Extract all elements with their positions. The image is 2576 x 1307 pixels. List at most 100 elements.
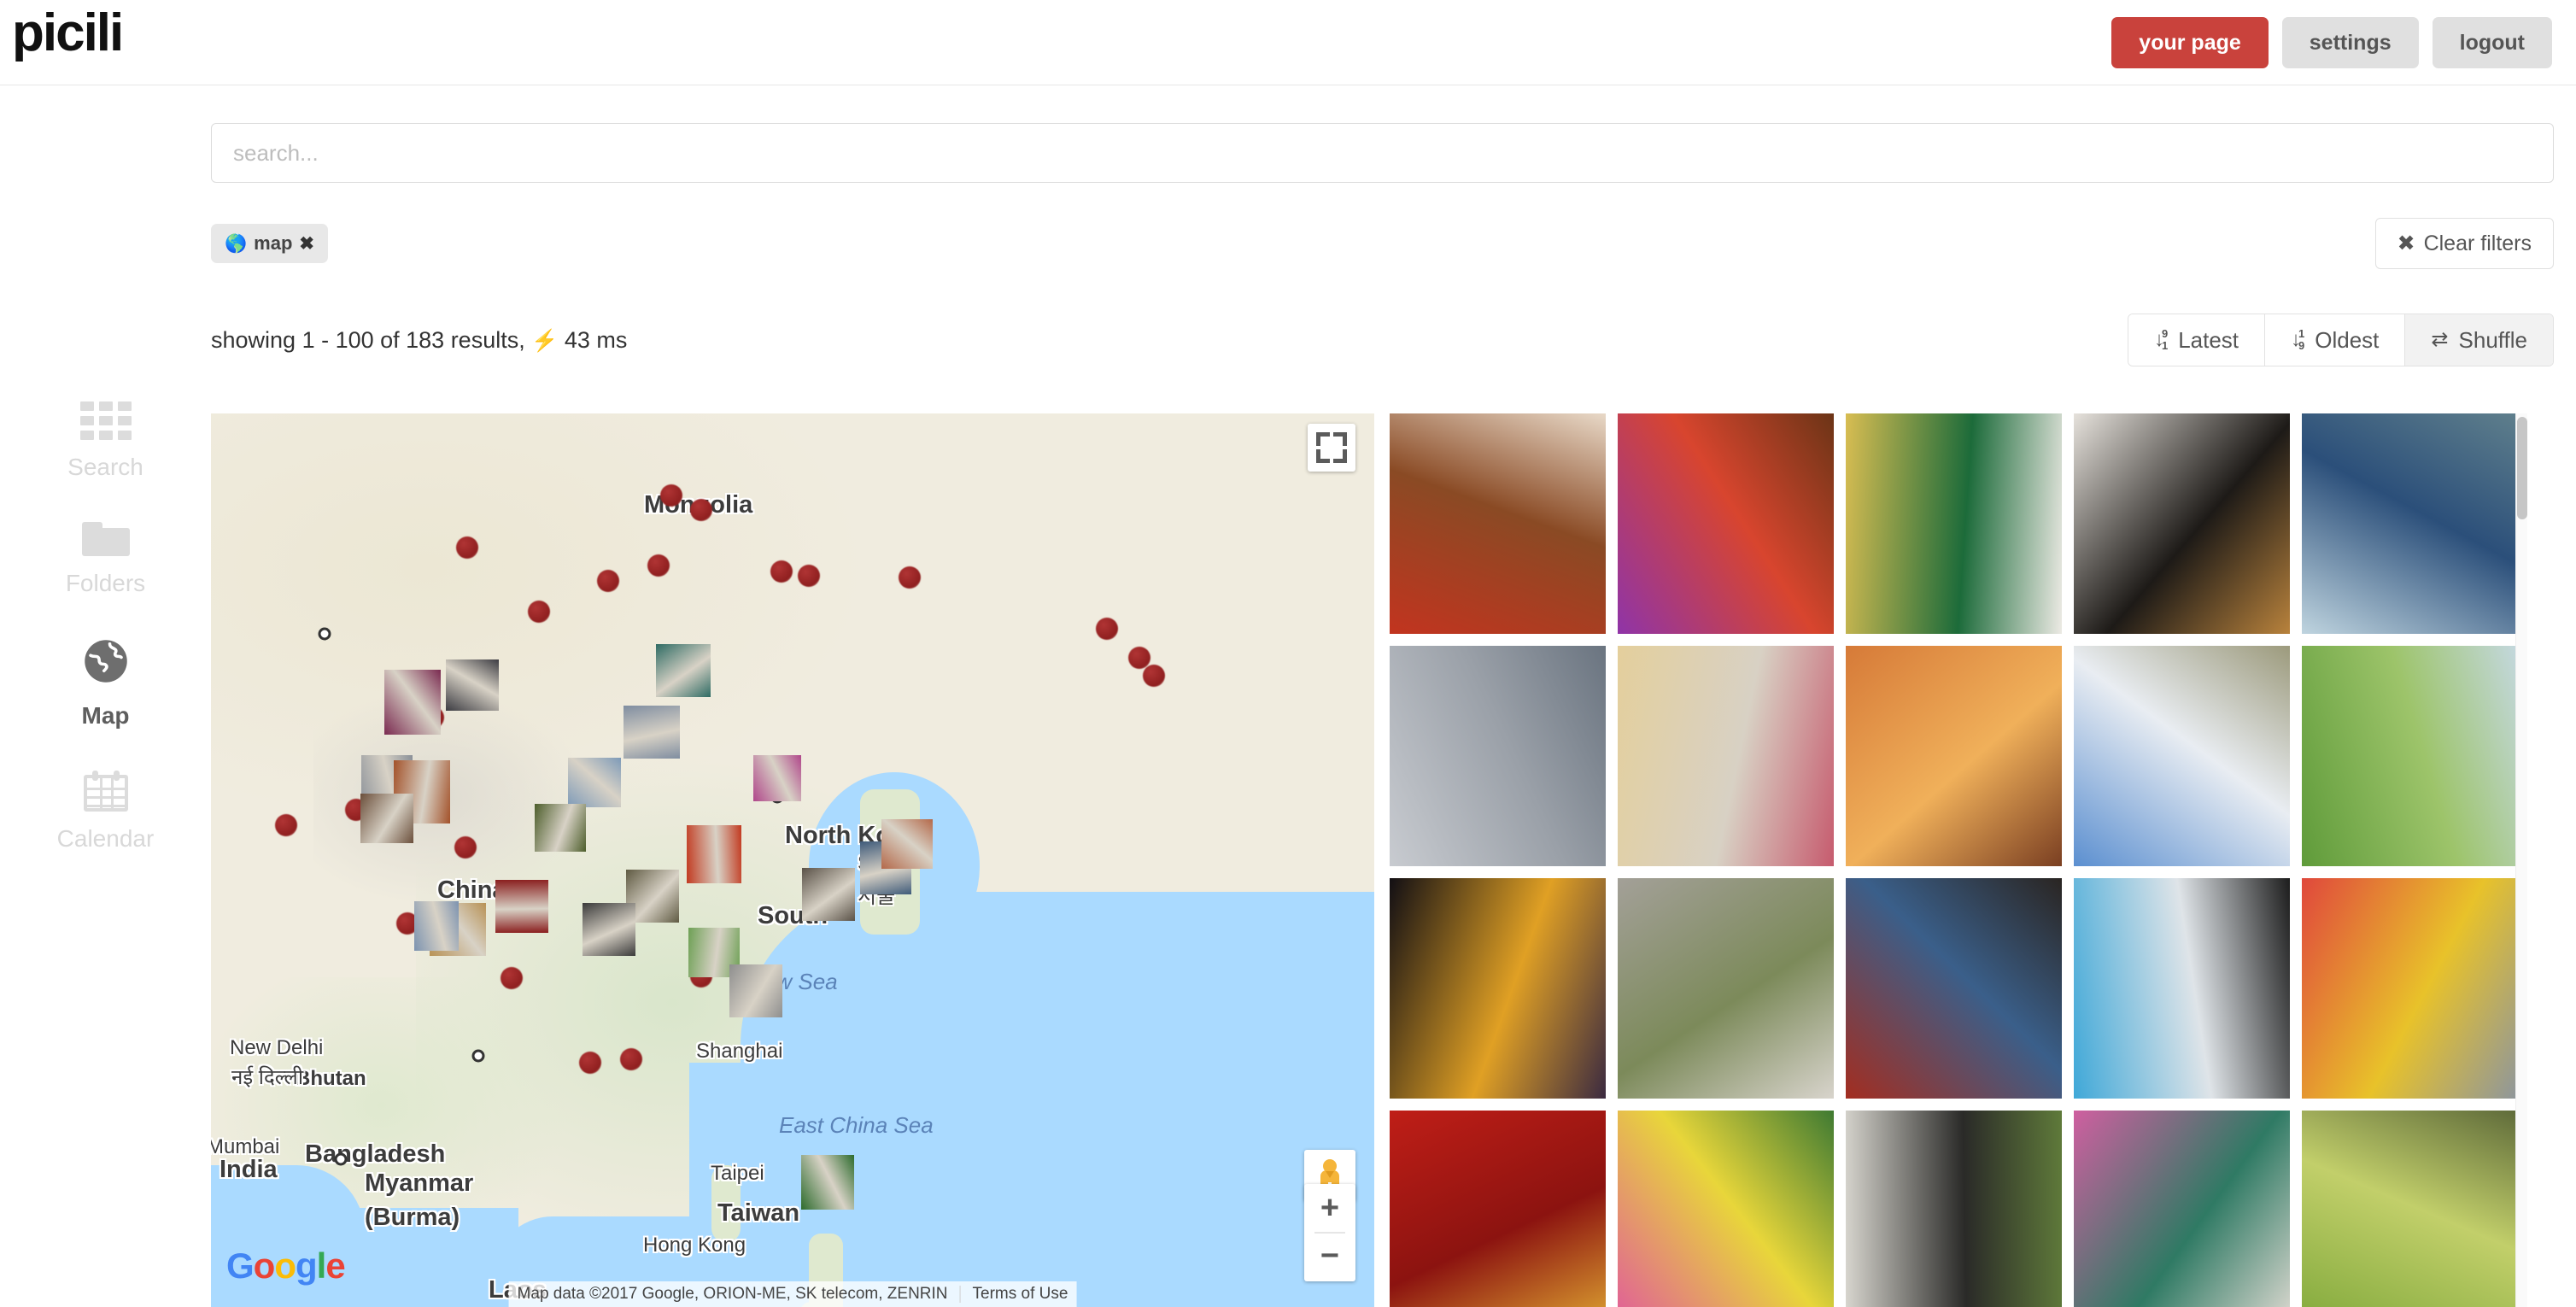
photo-thumbnail[interactable] xyxy=(1390,646,1606,866)
map-marker[interactable] xyxy=(501,967,523,989)
photo-thumbnail[interactable] xyxy=(1618,646,1834,866)
map-photo-pin[interactable] xyxy=(535,804,586,852)
results-count-text: showing 1 - 100 of 183 results, xyxy=(211,327,525,353)
photo-thumbnail[interactable] xyxy=(2074,1111,2290,1307)
map-marker[interactable] xyxy=(899,566,921,589)
app-logo[interactable]: picili xyxy=(12,7,124,60)
photo-grid-scrollbar[interactable] xyxy=(2515,413,2527,1307)
sort-latest-label: Latest xyxy=(2178,326,2239,353)
photo-thumbnail[interactable] xyxy=(1846,878,2062,1099)
sidebar-item-folders[interactable]: Folders xyxy=(0,522,211,597)
sort-latest-button[interactable]: ↓ 9 1 Latest xyxy=(2128,314,2266,366)
photo-thumbnail[interactable] xyxy=(2302,1111,2518,1307)
photo-thumbnail[interactable] xyxy=(2302,413,2518,634)
lightning-icon: ⚡ xyxy=(531,329,559,353)
map-photo-pin[interactable] xyxy=(568,758,621,807)
map-photo-pin[interactable] xyxy=(624,706,680,759)
sort-oldest-button[interactable]: ↓ 1 9 Oldest xyxy=(2265,314,2406,366)
sidebar-item-search[interactable]: Search xyxy=(0,401,211,481)
photo-thumbnail[interactable] xyxy=(1618,413,1834,634)
map-marker[interactable] xyxy=(620,1048,642,1070)
map-marker[interactable] xyxy=(275,814,297,836)
photo-thumbnail[interactable] xyxy=(1846,646,2062,866)
filter-chip-map[interactable]: 🌎 map ✖ xyxy=(211,224,329,263)
sidebar-item-calendar[interactable]: Calendar xyxy=(0,771,211,853)
map-photo-pin[interactable] xyxy=(687,825,741,883)
zoom-in-button[interactable]: + xyxy=(1304,1184,1355,1232)
header-actions: your page settings logout xyxy=(2111,17,2552,68)
settings-button[interactable]: settings xyxy=(2281,17,2419,68)
map-marker[interactable] xyxy=(454,836,477,859)
photo-thumbnail[interactable] xyxy=(2074,413,2290,634)
photo-thumbnail[interactable] xyxy=(1846,1111,2062,1307)
your-page-button[interactable]: your page xyxy=(2111,17,2269,68)
map-marker[interactable] xyxy=(579,1052,601,1074)
map-photo-pin[interactable] xyxy=(802,868,855,921)
sidebar-item-label: Map xyxy=(81,702,130,729)
globe-icon xyxy=(83,638,129,689)
photo-thumbnail[interactable] xyxy=(2302,878,2518,1099)
map-photo-pin[interactable] xyxy=(583,903,635,956)
map-marker[interactable] xyxy=(597,570,619,592)
photo-thumbnail[interactable] xyxy=(1846,413,2062,634)
folder-icon xyxy=(81,522,130,556)
map-marker[interactable] xyxy=(1143,665,1165,687)
sort-desc-icon: ↓ 9 1 xyxy=(2153,327,2169,352)
photo-thumbnail[interactable] xyxy=(1618,1111,1834,1307)
clear-filters-button[interactable]: ✖ Clear filters xyxy=(2374,218,2554,269)
map-photo-pin[interactable] xyxy=(414,901,459,951)
map-marker[interactable] xyxy=(647,554,670,577)
sidebar-item-label: Calendar xyxy=(56,825,155,852)
map-attribution-text: Map data ©2017 Google, ORION-ME, SK tele… xyxy=(517,1285,948,1303)
photo-thumbnail[interactable] xyxy=(2074,878,2290,1099)
map-photo-pin[interactable] xyxy=(446,659,499,711)
map-photo-pin[interactable] xyxy=(753,755,801,801)
map-photo-pin[interactable] xyxy=(495,880,548,933)
sort-shuffle-label: Shuffle xyxy=(2458,326,2527,353)
filter-chip-label: map xyxy=(254,232,293,254)
logout-button[interactable]: logout xyxy=(2432,17,2552,68)
scrollbar-thumb[interactable] xyxy=(2517,417,2527,519)
close-icon[interactable]: ✖ xyxy=(299,233,314,255)
shuffle-icon: ⇄ xyxy=(2431,328,2449,351)
map-view[interactable]: MongoliaChinaNorth KoreaSeoul서울SouthYell… xyxy=(211,413,1374,1307)
map-marker[interactable] xyxy=(690,499,712,521)
fullscreen-icon[interactable] xyxy=(1308,424,1355,472)
map-photo-pin[interactable] xyxy=(881,819,933,869)
map-marker[interactable] xyxy=(528,601,550,623)
terms-of-use-link[interactable]: Terms of Use xyxy=(973,1285,1068,1304)
map-marker[interactable] xyxy=(770,560,793,583)
map-marker[interactable] xyxy=(798,565,820,587)
photo-results-grid[interactable] xyxy=(1390,413,2534,1307)
sort-oldest-label: Oldest xyxy=(2315,326,2380,353)
sidebar-item-map[interactable]: Map xyxy=(0,638,211,730)
photo-thumbnail[interactable] xyxy=(1618,878,1834,1099)
search-input[interactable] xyxy=(211,123,2554,183)
photo-thumbnail[interactable] xyxy=(2302,646,2518,866)
photo-thumbnail[interactable] xyxy=(1390,878,1606,1099)
results-row: showing 1 - 100 of 183 results, ⚡ 43 ms … xyxy=(211,314,2554,376)
map-city-dot xyxy=(318,627,331,641)
map-attribution: Map data ©2017 Google, ORION-ME, SK tele… xyxy=(508,1281,1077,1307)
map-marker[interactable] xyxy=(456,536,478,559)
map-marker[interactable] xyxy=(1096,618,1118,640)
map-photo-pin[interactable] xyxy=(384,670,441,735)
map-photo-pin[interactable] xyxy=(360,794,413,843)
sidebar-item-label: Search xyxy=(67,454,143,480)
zoom-out-button[interactable]: − xyxy=(1304,1232,1355,1280)
photo-thumbnail[interactable] xyxy=(1390,413,1606,634)
globe-icon: 🌎 xyxy=(225,233,248,254)
grid-icon xyxy=(79,401,132,440)
map-marker[interactable] xyxy=(660,484,682,507)
map-photo-pin[interactable] xyxy=(656,644,711,697)
map-photo-pin[interactable] xyxy=(801,1155,854,1210)
map-zoom-controls: + − xyxy=(1304,1184,1355,1281)
sidebar-item-label: Folders xyxy=(65,570,146,596)
app-header: picili your page settings logout xyxy=(0,0,2576,85)
map-photo-pin[interactable] xyxy=(729,964,782,1017)
photo-thumbnail[interactable] xyxy=(2074,646,2290,866)
photo-thumbnail[interactable] xyxy=(1390,1111,1606,1307)
sort-shuffle-button[interactable]: ⇄ Shuffle xyxy=(2405,314,2553,366)
sidebar: Search Folders Map Calendar xyxy=(0,401,211,894)
map-city-dot xyxy=(334,1152,348,1166)
